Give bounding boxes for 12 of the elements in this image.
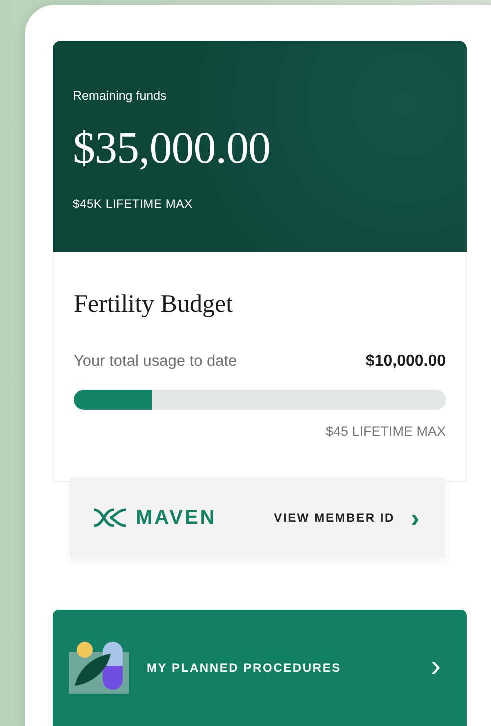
logo-icon <box>92 508 128 528</box>
funds-amount: $35,000.00 <box>73 126 272 171</box>
funds-label: Remaining funds <box>73 88 168 105</box>
usage-label: Your total usage to date <box>74 352 238 372</box>
usage-amount: $10,000.00 <box>366 352 446 372</box>
lifetime-max: $45 LIFETIME MAX <box>324 422 446 440</box>
planned-procedures-button[interactable]: MY PLANNED PROCEDURES › <box>53 610 467 726</box>
brand-name: MAVEN <box>136 506 217 531</box>
view-member-id-link[interactable]: VIEW MEMBER ID › <box>274 505 421 531</box>
medication-icon <box>69 640 131 696</box>
budget-title: Fertility Budget <box>74 290 234 320</box>
lifetime-max: $45K LIFETIME MAX <box>73 196 194 213</box>
